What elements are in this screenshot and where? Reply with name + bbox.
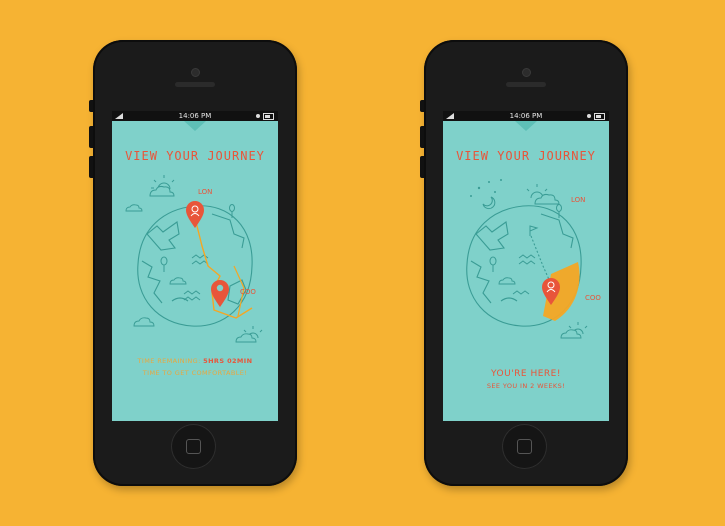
cloud-icon (560, 329, 582, 339)
journey-map: LON COO (125, 175, 263, 343)
current-location-subtitle: SEE YOU IN 2 WEEKS! (486, 382, 566, 390)
front-camera (522, 68, 531, 77)
flag-icon (529, 225, 539, 236)
journey-route (530, 235, 552, 285)
cloud-icon (498, 277, 516, 285)
front-camera (191, 68, 200, 77)
journey-route (194, 217, 253, 319)
stage: 14:06 PM VIEW YOUR JOURNEY LON COO TIME … (0, 0, 725, 526)
status-message: TIME TO GET COMFORTABLE! (142, 369, 248, 377)
home-square-icon (186, 439, 201, 454)
cloud-icon (169, 277, 187, 285)
page-title: VIEW YOUR JOURNEY (125, 149, 265, 163)
header-notch (515, 121, 537, 131)
home-square-icon (517, 439, 532, 454)
home-button[interactable] (171, 424, 216, 469)
lock-icon (587, 114, 591, 118)
phone-right: 14:06 PM VIEW YOUR JOURNEY LON COO YOU'R… (420, 40, 628, 486)
wave-icon (183, 254, 209, 301)
moon-icon (482, 196, 496, 210)
cloud-icon (534, 193, 560, 205)
battery-icon (263, 113, 274, 120)
time-remaining: TIME REMAINING: 5HRS 02MIN (112, 357, 278, 365)
mute-switch (89, 100, 93, 112)
battery-icon (594, 113, 605, 120)
header-notch (184, 121, 206, 131)
earpiece-speaker (506, 82, 546, 87)
earpiece-speaker (175, 82, 215, 87)
mute-switch (420, 100, 424, 112)
star-icon (470, 179, 502, 197)
page-title: VIEW YOUR JOURNEY (456, 149, 596, 163)
home-button[interactable] (502, 424, 547, 469)
time-remaining-label: TIME REMAINING: (137, 357, 201, 365)
journey-map: LON COO (466, 179, 601, 339)
cloud-icon (235, 333, 257, 343)
lock-icon (256, 114, 260, 118)
time-remaining-value: 5HRS 02MIN (203, 357, 253, 365)
status-time: 14:06 PM (509, 112, 543, 120)
cloud-icon (133, 317, 155, 327)
status-bar: 14:06 PM (112, 111, 278, 121)
volume-down-button (420, 156, 424, 178)
volume-up-button (89, 126, 93, 148)
phone-left: 14:06 PM VIEW YOUR JOURNEY LON COO TIME … (89, 40, 297, 486)
destination-label: COO (240, 288, 256, 296)
screen-journey-progress: 14:06 PM VIEW YOUR JOURNEY LON COO TIME … (112, 111, 278, 421)
origin-label: LON (198, 188, 212, 196)
map-pin-icon (186, 201, 204, 228)
destination-label: COO (585, 294, 601, 302)
current-location-title: YOU'RE HERE! (491, 369, 561, 379)
wave-icon (512, 254, 536, 295)
volume-down-button (89, 156, 93, 178)
status-bar: 14:06 PM (443, 111, 609, 121)
screen-journey-location: 14:06 PM VIEW YOUR JOURNEY LON COO YOU'R… (443, 111, 609, 421)
origin-label: LON (571, 196, 585, 204)
cloud-icon (125, 204, 143, 212)
status-time: 14:06 PM (178, 112, 212, 120)
volume-up-button (420, 126, 424, 148)
